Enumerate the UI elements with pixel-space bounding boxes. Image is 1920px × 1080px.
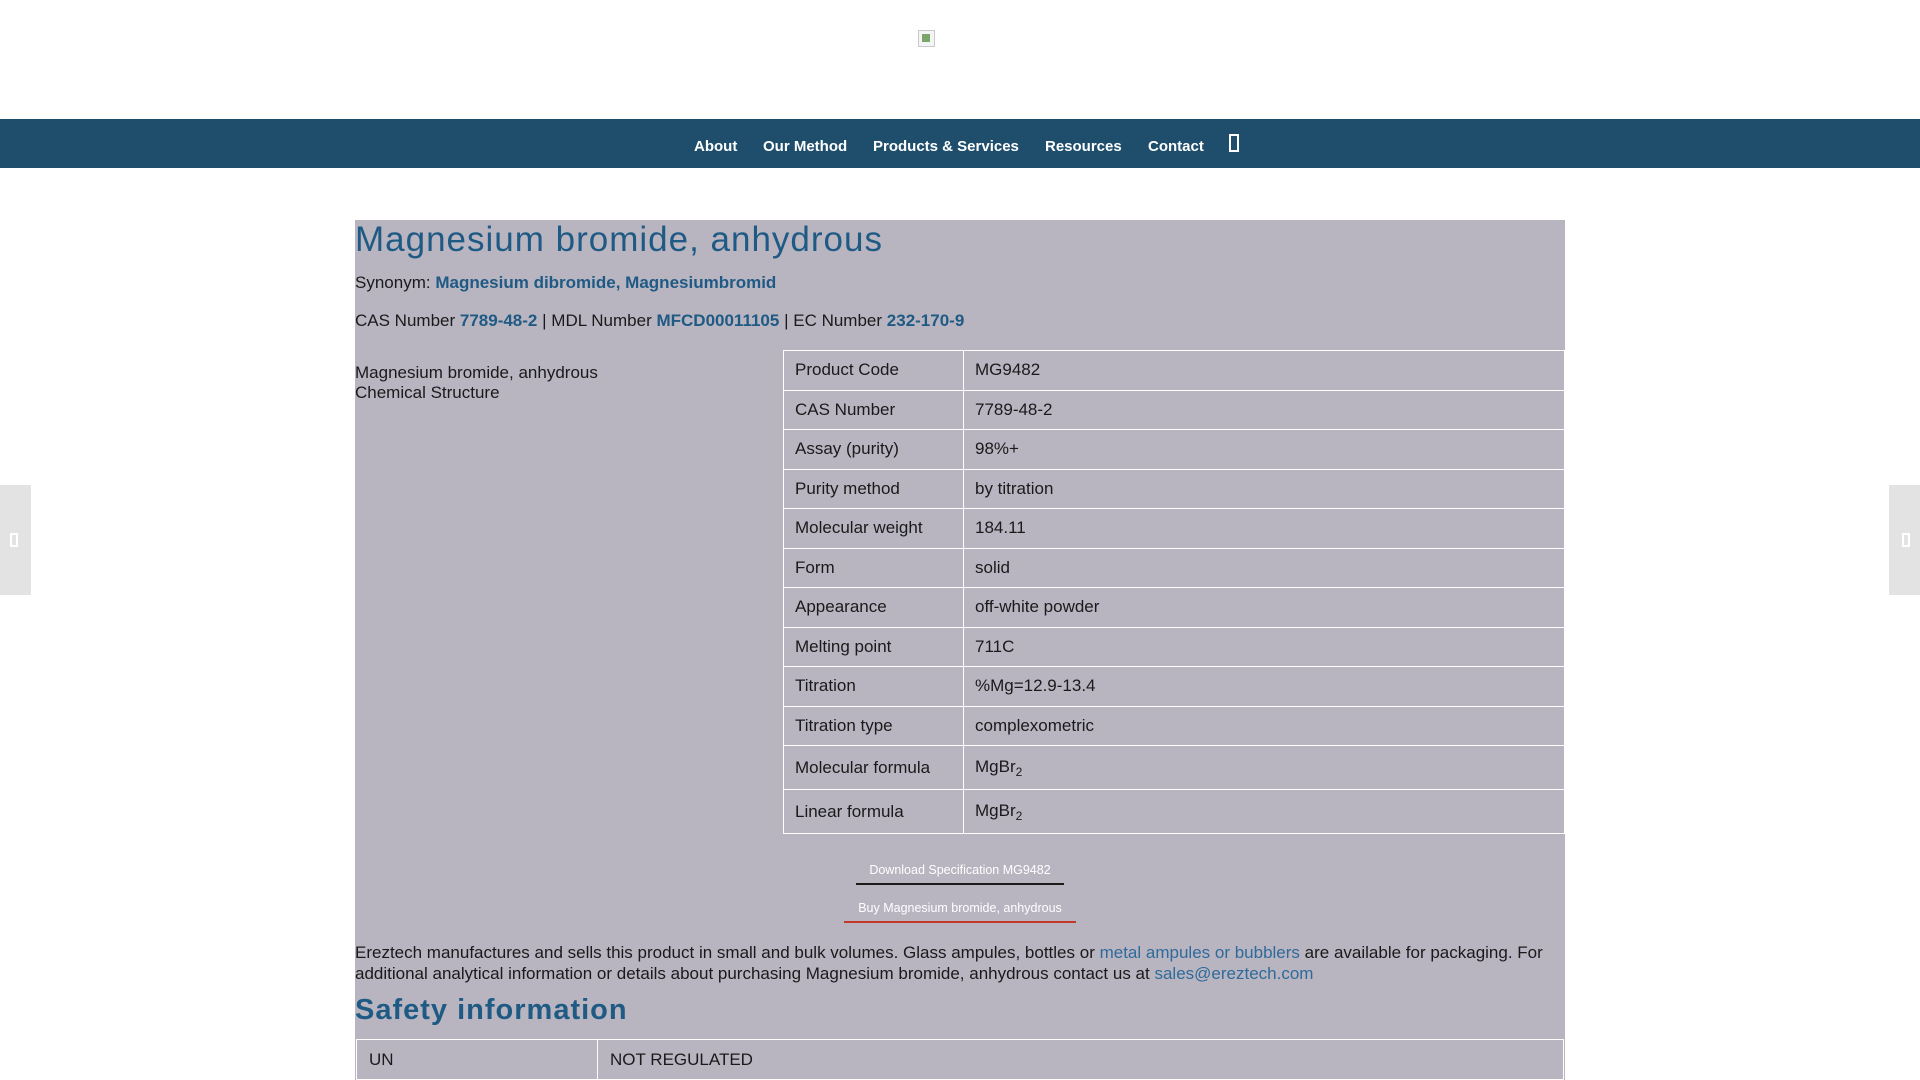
cas-label: CAS Number xyxy=(355,311,456,330)
mdl-value[interactable]: MFCD00011105 xyxy=(656,311,779,330)
nav-item-resources[interactable]: Resources xyxy=(1045,119,1122,168)
next-post-tab[interactable] xyxy=(1889,485,1920,595)
table-row: Melting point 711C xyxy=(783,626,1565,667)
table-row: Molecular weight 184.11 xyxy=(783,508,1565,549)
nav-item-contact[interactable]: Contact xyxy=(1148,119,1204,168)
spec-key: Linear formula xyxy=(783,789,964,834)
chemical-structure-image: Magnesium bromide, anhydrous Chemical St… xyxy=(355,363,598,402)
table-row: CAS Number 7789-48-2 xyxy=(783,389,1565,430)
safety-key: UN xyxy=(356,1039,598,1080)
mdl-label: MDL Number xyxy=(551,311,652,330)
spec-key: Titration xyxy=(783,666,964,707)
product-description: Ereztech manufactures and sells this pro… xyxy=(355,942,1565,984)
site-logo[interactable] xyxy=(918,30,935,47)
spec-key: Form xyxy=(783,547,964,588)
spec-key: Product Code xyxy=(783,350,964,391)
synonym-line: Synonym: Magnesium dibromide, Magnesiumb… xyxy=(355,273,776,293)
buy-product-button[interactable]: Buy Magnesium bromide, anhydrous xyxy=(844,901,1076,923)
prev-post-tab[interactable] xyxy=(0,485,31,595)
spec-value: off-white powder xyxy=(963,587,1565,628)
identifiers-line: CAS Number 7789-48-2 | MDL Number MFCD00… xyxy=(355,311,964,331)
chevron-left-icon xyxy=(10,533,18,547)
spec-key: Titration type xyxy=(783,705,964,746)
table-row: Linear formula MgBr2 xyxy=(783,789,1565,834)
download-specification-button[interactable]: Download Specification MG9482 xyxy=(856,863,1064,885)
spec-value: complexometric xyxy=(963,705,1565,746)
main-nav: About Our Method Products & Services Res… xyxy=(0,119,1920,168)
spec-value: 7789-48-2 xyxy=(963,389,1565,430)
spec-value: MG9482 xyxy=(963,350,1565,391)
description-text: Ereztech manufactures and sells this pro… xyxy=(355,943,1095,962)
page-title: Magnesium bromide, anhydrous xyxy=(355,220,883,259)
search-icon[interactable] xyxy=(1229,134,1239,152)
table-row: Molecular formula MgBr2 xyxy=(783,745,1565,790)
nav-item-our-method[interactable]: Our Method xyxy=(763,119,847,168)
site-header xyxy=(0,0,1920,119)
spec-value: %Mg=12.9-13.4 xyxy=(963,666,1565,707)
table-row: Titration %Mg=12.9-13.4 xyxy=(783,666,1565,707)
table-row: Titration type complexometric xyxy=(783,705,1565,746)
spec-key: Molecular weight xyxy=(783,508,964,549)
synonym-value[interactable]: Magnesium dibromide, Magnesiumbromid xyxy=(435,273,776,292)
spec-key: CAS Number xyxy=(783,389,964,430)
metal-ampules-link[interactable]: metal ampules or bubblers xyxy=(1100,943,1300,962)
spec-value: 711C xyxy=(963,626,1565,667)
separator: | xyxy=(542,311,547,330)
email-link[interactable]: sales@ereztech.com xyxy=(1154,964,1313,983)
formula-base: MgBr xyxy=(975,756,1016,776)
spec-key: Molecular formula xyxy=(783,745,964,790)
nav-item-about[interactable]: About xyxy=(694,119,737,168)
spec-value: MgBr2 xyxy=(963,789,1565,834)
spec-table: Product Code MG9482 CAS Number 7789-48-2 A… xyxy=(783,350,1565,834)
table-row: Form solid xyxy=(783,547,1565,588)
table-row: Appearance off-white powder xyxy=(783,587,1565,628)
table-row: UN NOT REGULATED xyxy=(356,1039,1564,1080)
separator: | xyxy=(784,311,789,330)
cas-value[interactable]: 7789-48-2 xyxy=(460,311,538,330)
ec-label: EC Number xyxy=(793,311,883,330)
spec-key: Melting point xyxy=(783,626,964,667)
formula-subscript: 2 xyxy=(1015,808,1023,823)
table-row: Product Code MG9482 xyxy=(783,350,1565,391)
chevron-right-icon xyxy=(1902,533,1910,547)
spec-value: solid xyxy=(963,547,1565,588)
synonym-label: Synonym: xyxy=(355,273,431,292)
safety-table: UN NOT REGULATED xyxy=(356,1039,1564,1080)
spec-key: Assay (purity) xyxy=(783,429,964,470)
formula-subscript: 2 xyxy=(1015,764,1023,779)
table-row: Assay (purity) 98%+ xyxy=(783,429,1565,470)
spec-value: MgBr2 xyxy=(963,745,1565,790)
spec-key: Purity method xyxy=(783,468,964,509)
table-row: Purity method by titration xyxy=(783,468,1565,509)
safety-heading: Safety information xyxy=(355,994,628,1026)
safety-value: NOT REGULATED xyxy=(597,1039,1564,1080)
product-content: Magnesium bromide, anhydrous Synonym: Ma… xyxy=(355,220,1565,1080)
spec-key: Appearance xyxy=(783,587,964,628)
spec-value: 184.11 xyxy=(963,508,1565,549)
formula-base: MgBr xyxy=(975,800,1016,820)
nav-item-products-services[interactable]: Products & Services xyxy=(873,119,1019,168)
ec-value[interactable]: 232-170-9 xyxy=(887,311,965,330)
spec-value: 98%+ xyxy=(963,429,1565,470)
spec-value: by titration xyxy=(963,468,1565,509)
